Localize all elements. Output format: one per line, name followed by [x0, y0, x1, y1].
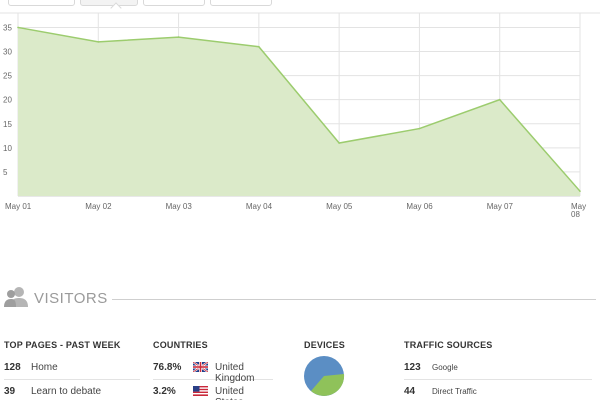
- country-row[interactable]: 3.2% United States: [153, 380, 273, 400]
- x-tick-label: May 04: [246, 202, 273, 211]
- visitors-header: VISITORS: [4, 286, 596, 310]
- traffic-source-name: Direct Traffic: [432, 387, 477, 396]
- y-tick-label: 20: [3, 96, 12, 105]
- visits-area-chart: 5 10 15 20 25 30 35 May 01 May 02 May 03 May 04 May…: [0, 12, 600, 219]
- traffic-source-row[interactable]: 123 Google: [404, 356, 592, 380]
- y-tick-label: 35: [3, 23, 12, 32]
- traffic-sources-panel: TRAFFIC SOURCES 123 Google 44 Direct Tra…: [404, 340, 592, 400]
- country-row[interactable]: 76.8% United Kingdom: [153, 356, 273, 384]
- uk-flag-icon: [193, 362, 208, 372]
- y-tick-label: 10: [3, 144, 12, 153]
- page-link[interactable]: Learn to debate: [31, 386, 101, 397]
- x-tick-label: May 06: [406, 202, 433, 211]
- country-name: United States: [215, 386, 244, 400]
- x-tick-label: May 01: [5, 202, 32, 211]
- data-point: [338, 142, 340, 144]
- us-flag-icon: [193, 386, 208, 396]
- page-link[interactable]: Home: [31, 362, 58, 373]
- traffic-source-name: Google: [432, 363, 458, 372]
- data-point: [17, 26, 19, 29]
- page-view-count: 39: [4, 386, 16, 397]
- area-fill: [18, 27, 580, 196]
- x-tick-label: May 08: [571, 202, 586, 219]
- top-page-row[interactable]: 39 Learn to debate: [4, 380, 140, 400]
- visitors-divider: [112, 299, 596, 300]
- top-pages-panel: TOP PAGES - PAST WEEK 128 Home 39 Learn …: [4, 340, 140, 400]
- country-percent: 76.8%: [153, 362, 182, 373]
- data-point: [579, 190, 581, 192]
- y-tick-label: 30: [3, 48, 12, 57]
- devices-panel: DEVICES: [304, 340, 384, 356]
- traffic-sources-title: TRAFFIC SOURCES: [404, 340, 493, 350]
- y-tick-label: 15: [3, 120, 12, 129]
- data-point: [498, 98, 501, 101]
- visitors-title: VISITORS: [34, 290, 108, 307]
- top-pages-title: TOP PAGES - PAST WEEK: [4, 340, 121, 350]
- x-tick-label: May 03: [166, 202, 193, 211]
- data-point: [258, 45, 260, 48]
- traffic-source-row[interactable]: 44 Direct Traffic: [404, 380, 592, 400]
- data-point: [418, 127, 421, 130]
- countries-panel: COUNTRIES 76.8% United Kingdom 3.2% Unit…: [153, 340, 273, 400]
- traffic-count: 44: [404, 386, 416, 397]
- data-point: [177, 36, 180, 38]
- devices-title: DEVICES: [304, 340, 345, 350]
- data-point: [97, 41, 100, 43]
- country-percent: 3.2%: [153, 386, 176, 397]
- x-tick-label: May 07: [487, 202, 514, 211]
- top-page-row[interactable]: 128 Home: [4, 356, 140, 380]
- x-tick-label: May 02: [85, 202, 112, 211]
- x-tick-label: May 05: [326, 202, 353, 211]
- page-view-count: 128: [4, 362, 21, 373]
- countries-title: COUNTRIES: [153, 340, 208, 350]
- traffic-count: 123: [404, 362, 421, 373]
- y-tick-label: 5: [3, 168, 8, 177]
- y-tick-label: 25: [3, 72, 12, 81]
- devices-pie-chart: [304, 356, 345, 396]
- users-icon: [4, 287, 28, 307]
